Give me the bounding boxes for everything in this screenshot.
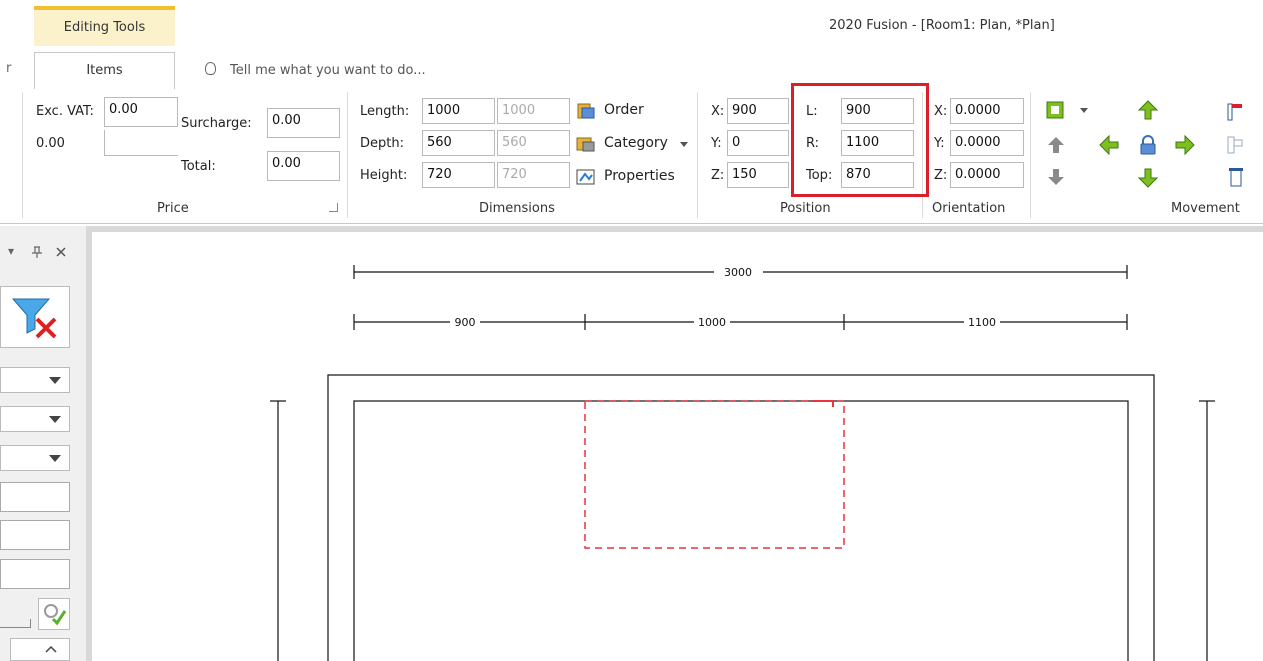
tell-me-search[interactable]: Tell me what you want to do... (205, 62, 426, 78)
tab-items[interactable]: Items (34, 52, 175, 90)
context-tab-editing-tools[interactable]: Editing Tools (34, 6, 175, 46)
panel-tool-button[interactable] (38, 598, 70, 630)
category-button[interactable]: Category (576, 134, 692, 156)
position-y-field[interactable]: 0 (727, 130, 789, 156)
link-check-icon (44, 604, 67, 626)
dropdown-arrow-icon (49, 455, 61, 462)
plan-drawing: 3000 900 1000 1100 (270, 265, 1215, 661)
orientation-y-field[interactable]: 0.0000 (950, 130, 1024, 156)
ribbon-tab-row (0, 52, 1263, 90)
length-field[interactable]: 1000 (422, 98, 495, 124)
panel-combo-1[interactable] (0, 367, 70, 393)
length-default-field: 1000 (497, 98, 570, 124)
panel-field-2[interactable] (0, 520, 70, 550)
position-z-field[interactable]: 150 (727, 162, 789, 188)
move-right-green-icon[interactable] (1174, 134, 1196, 156)
move-left-green-icon[interactable] (1098, 134, 1120, 156)
move-up-grey-icon[interactable] (1046, 135, 1066, 155)
tab-edge-mark: r (6, 61, 12, 76)
move-down-grey-icon[interactable] (1046, 167, 1066, 187)
left-panel: ▾ (0, 226, 86, 661)
surcharge-field[interactable]: 0.00 (267, 108, 340, 138)
price-subvalue: 0.00 (36, 136, 65, 151)
position-x-field[interactable]: 900 (727, 98, 789, 124)
panel-combo-2[interactable] (0, 406, 70, 432)
group-label-movement: Movement (1171, 201, 1240, 216)
length-label: Length: (360, 104, 410, 119)
order-icon (577, 103, 595, 119)
group-separator (347, 92, 348, 218)
total-label: Total: (181, 159, 216, 174)
dropdown-arrow-icon (49, 416, 61, 423)
group-label-position: Position (780, 201, 831, 216)
align-top-left-icon[interactable] (1225, 101, 1247, 123)
group-label-price: Price (157, 201, 189, 216)
panel-menu-icon[interactable]: ▾ (8, 244, 14, 258)
total-field[interactable]: 0.00 (267, 151, 340, 181)
panel-field-1[interactable] (0, 482, 70, 512)
pin-icon[interactable] (30, 245, 44, 259)
dim-seg1-text: 900 (455, 316, 476, 329)
selected-item-outline (584, 400, 845, 549)
dim-seg2-text: 1000 (698, 316, 726, 329)
orientation-z-label: Z: (934, 168, 948, 183)
dropdown-arrow-icon (680, 142, 688, 147)
position-y-label: Y: (711, 136, 722, 151)
lock-icon[interactable] (1137, 134, 1159, 156)
height-default-field: 720 (497, 162, 570, 188)
height-field[interactable]: 720 (422, 162, 495, 188)
dropdown-arrow-icon (49, 377, 61, 384)
close-icon[interactable] (55, 246, 67, 258)
group-label-dimensions: Dimensions (479, 201, 555, 216)
dim-seg3-text: 1100 (968, 316, 996, 329)
orientation-z-field[interactable]: 0.0000 (950, 162, 1024, 188)
filter-clear-icon (11, 298, 57, 339)
align-middle-icon[interactable] (1225, 134, 1247, 156)
plan-canvas[interactable]: 3000 900 1000 1100 (92, 232, 1263, 661)
group-separator (697, 92, 698, 218)
orientation-y-label: Y: (934, 136, 945, 151)
move-down-green-icon[interactable] (1137, 167, 1159, 189)
dim-total-text: 3000 (724, 266, 752, 279)
height-label: Height: (360, 168, 408, 183)
depth-default-field: 560 (497, 130, 570, 156)
depth-label: Depth: (360, 136, 404, 151)
price-subfield[interactable] (104, 130, 178, 156)
exc-vat-field[interactable]: 0.00 (104, 97, 178, 127)
chevron-up-icon (45, 645, 57, 653)
depth-field[interactable]: 560 (422, 130, 495, 156)
panel-checkbox-line (0, 619, 31, 628)
order-label: Order (604, 102, 644, 118)
panel-field-3[interactable] (0, 559, 70, 589)
group-separator (1030, 92, 1031, 218)
group-separator (22, 92, 23, 218)
panel-combo-3[interactable] (0, 445, 70, 471)
properties-icon (576, 169, 595, 185)
window-title: 2020 Fusion - [Room1: Plan, *Plan] (829, 18, 1055, 33)
move-up-green-icon[interactable] (1137, 99, 1159, 121)
highlight-box (791, 83, 929, 197)
item-marker (812, 400, 834, 407)
properties-label: Properties (604, 168, 675, 184)
dropdown-arrow-icon (1080, 108, 1088, 113)
position-z-label: Z: (711, 168, 725, 183)
position-x-label: X: (711, 104, 725, 119)
title-bar (0, 0, 1263, 52)
orientation-x-label: X: (934, 104, 948, 119)
category-label: Category (604, 135, 668, 151)
exc-vat-label: Exc. VAT: (36, 104, 94, 119)
dialog-launcher-icon[interactable] (329, 203, 338, 212)
orientation-x-field[interactable]: 0.0000 (950, 98, 1024, 124)
panel-scroll-up[interactable] (10, 638, 70, 661)
tell-me-text: Tell me what you want to do... (230, 63, 426, 78)
category-icon (576, 137, 595, 152)
lightbulb-icon (205, 62, 216, 75)
surcharge-label: Surcharge: (181, 116, 252, 131)
filter-clear-button[interactable] (0, 286, 70, 348)
align-bottom-icon[interactable] (1225, 166, 1247, 188)
group-label-orientation: Orientation (932, 201, 1006, 216)
fit-view-button[interactable] (1044, 99, 1092, 121)
